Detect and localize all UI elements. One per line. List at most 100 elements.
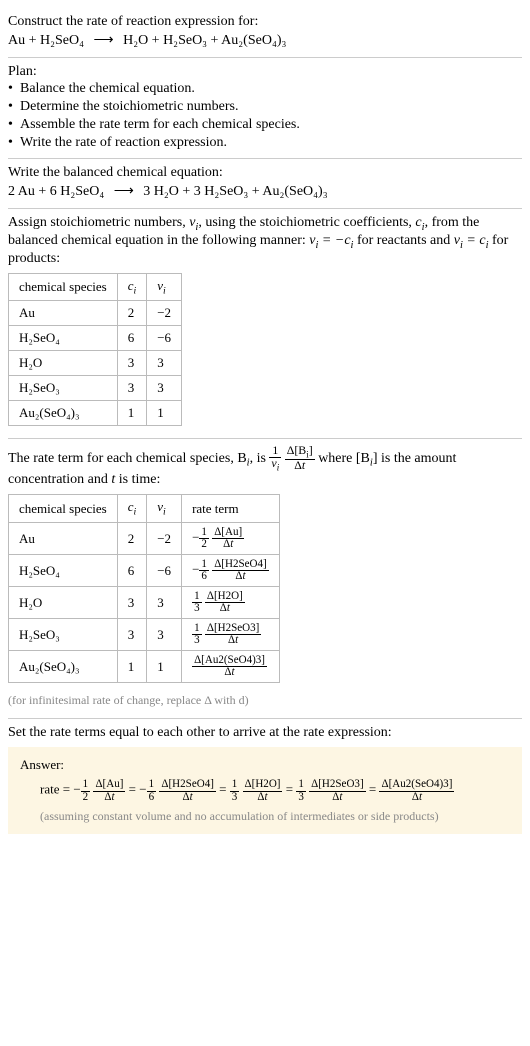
table-row: Au₂(SeO₄)₃11 (9, 401, 182, 426)
unbalanced-equation: Au + H₂SeO₄ ⟶ H₂O + H₂SeO₃ + Au₂(SeO₄)₃ (8, 30, 522, 51)
table-row: Au₂(SeO₄)₃ 1 1 Δ[Au2(SeO4)3]Δt (9, 651, 280, 683)
sign: − (139, 782, 146, 797)
cell-v: 3 (147, 587, 182, 619)
cell-species: Au₂(SeO₄)₃ (9, 401, 118, 426)
cell-c: 2 (117, 522, 147, 554)
relation-products: νi = ci (454, 233, 489, 248)
equals: = (286, 782, 293, 797)
text: Assign stoichiometric numbers, (8, 215, 189, 230)
plan-item: •Balance the chemical equation. (8, 80, 522, 98)
stoich-section: Assign stoichiometric numbers, νi, using… (8, 209, 522, 439)
plan-item-text: Balance the chemical equation. (20, 81, 195, 97)
coef-frac: 16 (147, 779, 157, 802)
coef-frac: 12 (199, 527, 209, 550)
cell-v: −2 (147, 301, 182, 326)
cell-species: H₂O (9, 587, 118, 619)
delta-frac: Δ[H2O]Δt (205, 591, 245, 614)
coef-frac: 13 (192, 591, 202, 614)
col-v: νi (147, 273, 182, 301)
text: where [B (318, 451, 370, 466)
infinitesimal-note: (for infinitesimal rate of change, repla… (8, 689, 522, 712)
cell-c: 3 (117, 587, 147, 619)
table-header-row: chemical species ci νi rate term (9, 495, 280, 523)
cell-v: 3 (147, 376, 182, 401)
cell-species: H₂SeO₄ (9, 555, 118, 587)
cell-c: 3 (117, 376, 147, 401)
col-species: chemical species (9, 273, 118, 301)
cell-c: 6 (117, 326, 147, 351)
cell-v: 3 (147, 351, 182, 376)
table-row: Au 2 −2 −12 Δ[Au]Δt (9, 522, 280, 554)
col-c: ci (117, 495, 147, 523)
text: The rate term for each chemical species,… (8, 451, 247, 466)
cell-c: 3 (117, 619, 147, 651)
rateterm-intro: The rate term for each chemical species,… (8, 445, 522, 488)
coef-frac: 13 (230, 779, 240, 802)
cell-c: 1 (117, 651, 147, 683)
delta-frac: Δ[H2SeO3]Δt (309, 779, 366, 802)
stoich-table: chemical species ci νi Au2−2 H₂SeO₄6−6 H… (8, 273, 182, 427)
cell-species: Au₂(SeO₄)₃ (9, 651, 118, 683)
cell-species: Au (9, 301, 118, 326)
delta-frac: Δ[H2SeO4]Δt (159, 779, 216, 802)
cell-species: H₂SeO₃ (9, 376, 118, 401)
answer-label: Answer: (20, 757, 510, 779)
nu-symbol: νi (189, 215, 198, 230)
cell-v: −6 (147, 326, 182, 351)
sign: − (73, 782, 80, 797)
plan-item-text: Write the rate of reaction expression. (20, 135, 227, 151)
table-row: H₂SeO₃ 3 3 13 Δ[H2SeO3]Δt (9, 619, 280, 651)
bullet-icon: • (8, 135, 20, 151)
col-v: νi (147, 495, 182, 523)
stoich-intro: Assign stoichiometric numbers, νi, using… (8, 215, 522, 267)
balanced-title: Write the balanced chemical equation: (8, 165, 522, 181)
cell-rate: Δ[Au2(SeO4)3]Δt (182, 651, 280, 683)
equals: = (63, 782, 70, 797)
cell-v: 3 (147, 619, 182, 651)
col-c: ci (117, 273, 147, 301)
table-row: H₂O33 (9, 351, 182, 376)
cell-v: 1 (147, 401, 182, 426)
plan-item-text: Assemble the rate term for each chemical… (20, 117, 300, 133)
prompt-section: Construct the rate of reaction expressio… (8, 8, 522, 58)
cell-species: H₂O (9, 351, 118, 376)
table-row: Au2−2 (9, 301, 182, 326)
table-row: H₂O 3 3 13 Δ[H2O]Δt (9, 587, 280, 619)
delta-frac: Δ[H2SeO4]Δt (212, 559, 269, 582)
equals: = (219, 782, 226, 797)
table-row: H₂SeO₄ 6 −6 −16 Δ[H2SeO4]Δt (9, 555, 280, 587)
cell-species: H₂SeO₄ (9, 326, 118, 351)
bullet-icon: • (8, 81, 20, 97)
cell-c: 1 (117, 401, 147, 426)
delta-frac: Δ[Au2(SeO4)3]Δt (379, 779, 454, 802)
table-row: H₂SeO₄6−6 (9, 326, 182, 351)
cell-rate: −12 Δ[Au]Δt (182, 522, 280, 554)
cell-v: −2 (147, 522, 182, 554)
sign: − (192, 562, 199, 577)
final-title: Set the rate terms equal to each other t… (8, 725, 522, 741)
coef-frac: 13 (296, 779, 306, 802)
cell-c: 3 (117, 351, 147, 376)
coef-frac: 13 (192, 623, 202, 646)
c-symbol: ci (415, 215, 424, 230)
eq-lhs: Au + H₂SeO₄ (8, 33, 84, 48)
cell-v: 1 (147, 651, 182, 683)
assumption-note: (assuming constant volume and no accumul… (20, 803, 510, 824)
plan-section: Plan: •Balance the chemical equation. •D… (8, 58, 522, 159)
cell-c: 2 (117, 301, 147, 326)
coef-frac: 16 (199, 559, 209, 582)
balanced-rhs: 3 H₂O + 3 H₂SeO₃ + Au₂(SeO₄)₃ (143, 184, 327, 199)
cell-c: 6 (117, 555, 147, 587)
text: , using the stoichiometric coefficients, (198, 215, 415, 230)
eq-rhs: H₂O + H₂SeO₃ + Au₂(SeO₄)₃ (123, 33, 286, 48)
plan-title: Plan: (8, 64, 522, 80)
text: for reactants and (353, 233, 453, 248)
bullet-icon: • (8, 99, 20, 115)
balanced-equation: 2 Au + 6 H₂SeO₄ ⟶ 3 H₂O + 3 H₂SeO₃ + Au₂… (8, 181, 522, 202)
text: , is (250, 451, 270, 466)
plan-item: •Determine the stoichiometric numbers. (8, 98, 522, 116)
balanced-section: Write the balanced chemical equation: 2 … (8, 159, 522, 209)
cell-rate: 13 Δ[H2O]Δt (182, 587, 280, 619)
cell-rate: −16 Δ[H2SeO4]Δt (182, 555, 280, 587)
relation-reactants: νi = −ci (309, 233, 353, 248)
